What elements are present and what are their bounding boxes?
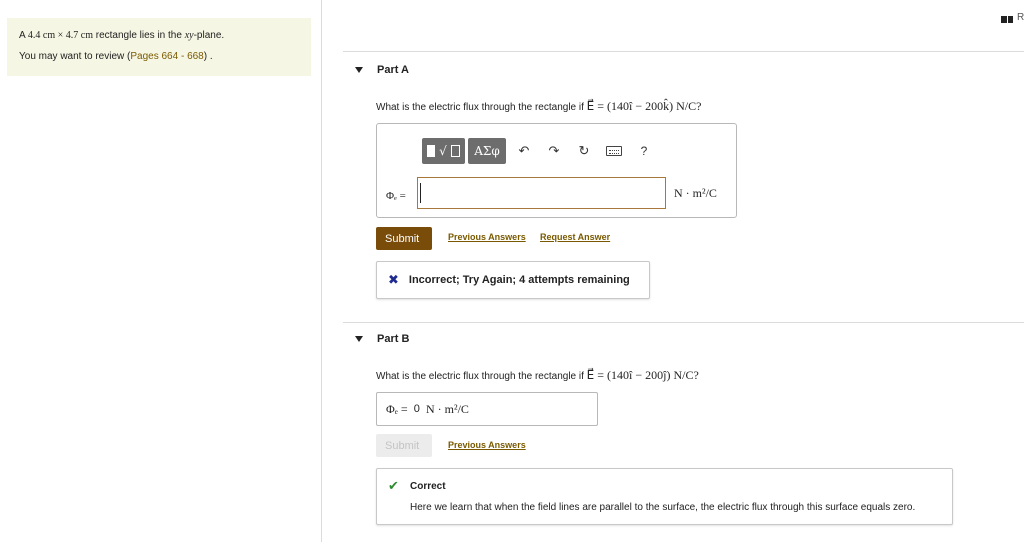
problem-statement: A 4.4 cm × 4.7 cm rectangle lies in the …	[19, 30, 299, 41]
problem-suffix: -plane.	[193, 30, 225, 41]
flux-label: Φₑ =	[386, 190, 406, 202]
part-b-answer-display: Φₑ = 0 N · m²/C	[376, 392, 598, 426]
incorrect-feedback-text: Incorrect; Try Again; 4 attempts remaini…	[408, 274, 630, 286]
part-a-question-math: E⃗ = (140î − 200k̂) N/C?	[586, 99, 702, 113]
caret-down-icon	[355, 67, 363, 73]
correct-feedback: ✔ Correct Here we learn that when the fi…	[376, 468, 953, 525]
part-b-divider	[343, 322, 1024, 323]
book-icon[interactable]	[1001, 16, 1013, 23]
part-a-header[interactable]: Part A	[355, 64, 409, 76]
correct-message: Here we learn that when the field lines …	[410, 502, 916, 513]
part-b-previous-answers-link[interactable]: Previous Answers	[448, 440, 526, 450]
part-a-previous-answers-link[interactable]: Previous Answers	[448, 232, 526, 242]
templates-button[interactable]: √	[422, 138, 465, 164]
problem-dimensions: 4.4 cm × 4.7 cm	[27, 30, 93, 41]
part-a-request-answer-link[interactable]: Request Answer	[540, 232, 610, 242]
part-b-answer-unit: N · m²/C	[426, 401, 469, 416]
part-a-submit-button[interactable]: Submit	[376, 227, 432, 250]
part-b-submit-button: Submit	[376, 434, 432, 457]
box-icon	[450, 145, 460, 157]
undo-icon[interactable]: ↶	[509, 138, 539, 164]
review-prefix: You may want to review (	[19, 51, 131, 62]
problem-plane: xy	[184, 30, 194, 41]
review-suffix: ) .	[203, 51, 213, 62]
problem-mid: rectangle lies in the	[92, 30, 185, 41]
problem-info-panel: A 4.4 cm × 4.7 cm rectangle lies in the …	[7, 18, 311, 76]
math-toolbar: √ ΑΣφ ↶ ↷ ↻ ?	[422, 138, 659, 164]
corner-text: R	[1017, 12, 1024, 23]
part-b-answer-value: 0	[413, 403, 420, 415]
redo-icon[interactable]: ↷	[539, 138, 569, 164]
part-a-divider	[343, 51, 1024, 52]
flux-input[interactable]	[417, 177, 666, 209]
help-button[interactable]: ?	[629, 138, 659, 164]
part-b-title: Part B	[377, 333, 410, 345]
flux-unit: N · m²/C	[674, 186, 717, 200]
part-b-header[interactable]: Part B	[355, 333, 409, 345]
part-b-question: What is the electric flux through the re…	[376, 368, 699, 383]
problem-prefix: A	[19, 30, 28, 41]
correct-title: Correct	[410, 481, 446, 492]
sqrt-icon: √	[439, 144, 447, 158]
part-a-title: Part A	[377, 64, 409, 76]
part-b-answer-label: Φₑ =	[386, 401, 408, 416]
text-cursor	[420, 183, 421, 203]
part-a-question-text: What is the electric flux through the re…	[376, 102, 587, 113]
part-b-question-math: E⃗ = (140î − 200ĵ) N/C?	[586, 368, 699, 382]
review-pages-link[interactable]: Pages 664 - 668	[130, 51, 203, 62]
check-icon: ✔	[388, 479, 399, 494]
reset-icon[interactable]: ↻	[569, 138, 599, 164]
caret-down-icon	[355, 336, 363, 342]
part-a-question: What is the electric flux through the re…	[376, 99, 701, 114]
review-note: You may want to review (Pages 664 - 668)…	[19, 51, 299, 62]
incorrect-x-icon: ✖	[388, 272, 399, 288]
part-a-answer-box: √ ΑΣφ ↶ ↷ ↻ ? Φₑ = N · m²/C	[376, 123, 737, 218]
templates-icon	[427, 145, 436, 157]
keyboard-icon[interactable]	[599, 138, 629, 164]
panel-divider	[321, 0, 322, 542]
incorrect-feedback: ✖ Incorrect; Try Again; 4 attempts remai…	[376, 261, 650, 299]
symbols-button[interactable]: ΑΣφ	[468, 138, 506, 164]
part-b-question-text: What is the electric flux through the re…	[376, 371, 587, 382]
